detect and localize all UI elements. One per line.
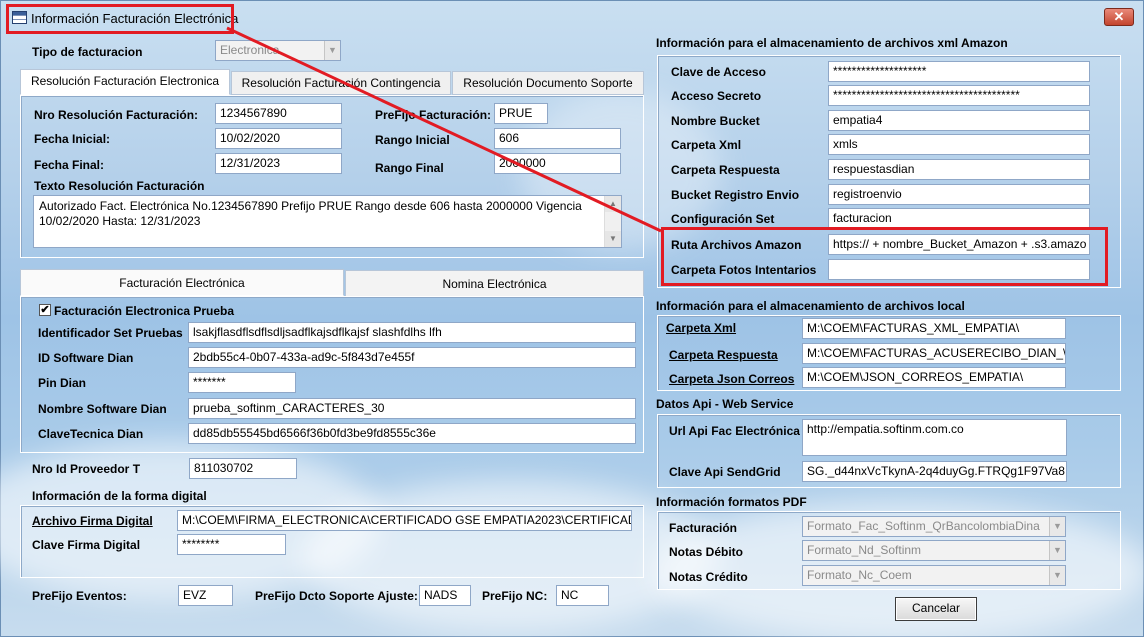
annotation-arrow	[226, 26, 662, 233]
window: Información Facturación Electrónica ✕ Ti…	[0, 0, 1144, 641]
